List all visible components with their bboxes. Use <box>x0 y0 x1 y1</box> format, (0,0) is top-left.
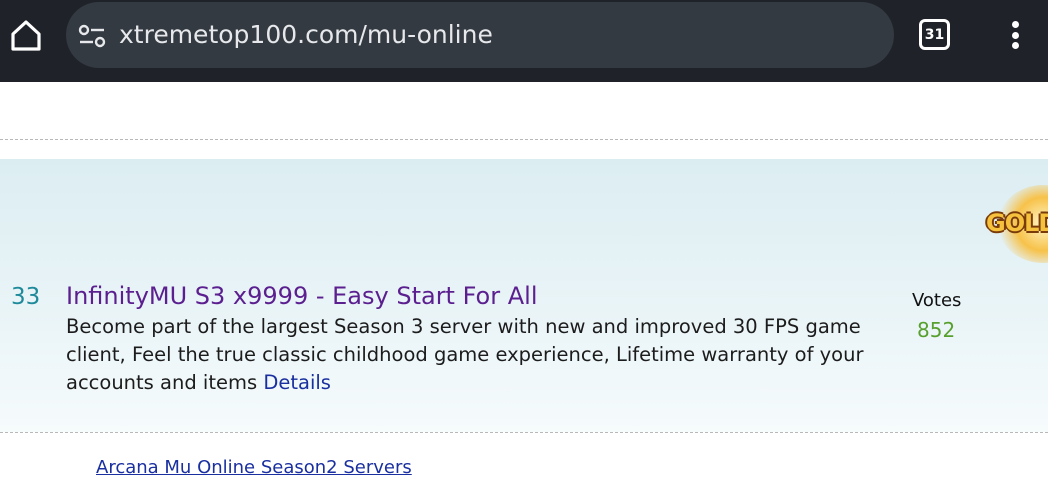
tab-count: 31 <box>924 26 945 43</box>
server-listing: GOLD 33 InfinityMU S3 x9999 - Easy Start… <box>0 159 1048 432</box>
divider <box>0 139 1048 140</box>
home-icon <box>11 20 41 51</box>
address-bar[interactable]: xtremetop100.com/mu-online <box>66 2 894 68</box>
details-link[interactable]: Details <box>263 371 331 394</box>
votes-count: 852 <box>917 318 956 342</box>
divider <box>0 432 1048 433</box>
home-button[interactable] <box>8 17 44 53</box>
browser-toolbar: xtremetop100.com/mu-online 31 <box>0 0 1048 82</box>
more-vert-icon[interactable] <box>1005 17 1025 53</box>
description-text: Become part of the largest Season 3 serv… <box>66 315 864 394</box>
listing-description: Become part of the largest Season 3 serv… <box>66 313 876 397</box>
tune-icon[interactable] <box>78 22 106 50</box>
banner-text: GOLD <box>986 209 1048 237</box>
url-text[interactable]: xtremetop100.com/mu-online <box>119 18 493 52</box>
votes-label: Votes <box>912 290 962 311</box>
listing-title-link[interactable]: InfinityMU S3 x9999 - Easy Start For All <box>66 282 537 310</box>
server-banner[interactable]: GOLD <box>980 185 1048 263</box>
next-listing-title-link[interactable]: Arcana Mu Online Season2 Servers <box>96 457 412 478</box>
tab-switcher-button[interactable]: 31 <box>919 19 950 50</box>
listing-rank: 33 <box>11 284 41 310</box>
